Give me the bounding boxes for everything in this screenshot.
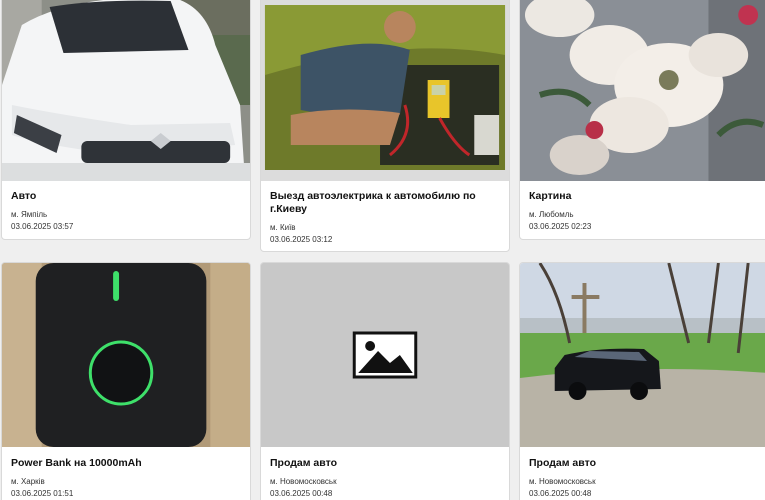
listing-photo-white-car[interactable] <box>2 0 250 181</box>
image-placeholder-icon <box>352 331 418 379</box>
listing-title[interactable]: Картина <box>529 190 760 203</box>
listing-card[interactable]: Power Bank на 10000mAh м. Харків 03.06.2… <box>1 262 251 500</box>
listing-date: 03.06.2025 03:12 <box>270 235 333 244</box>
listing-card[interactable]: Продам авто м. Новомосковськ 03.06.2025 … <box>260 262 510 500</box>
listing-card[interactable]: Авто м. Ямпіль 03.06.2025 03:57 <box>1 0 251 240</box>
listing-photo-auto-electrician[interactable] <box>261 0 509 181</box>
listing-title[interactable]: Power Bank на 10000mAh <box>11 457 242 470</box>
listings-grid: Авто м. Ямпіль 03.06.2025 03:57 Выезд ав… <box>0 0 765 500</box>
listing-location: м. Київ <box>270 223 296 232</box>
listing-title[interactable]: Продам авто <box>529 457 760 470</box>
listing-card[interactable]: Картина м. Любомль 03.06.2025 02:23 <box>519 0 765 240</box>
listing-photo-black-suv[interactable] <box>520 263 765 447</box>
listing-location: м. Ямпіль <box>11 210 48 219</box>
listing-title[interactable]: Продам авто <box>270 457 501 470</box>
listing-photo-power-bank[interactable] <box>2 263 250 447</box>
listing-card[interactable]: Продам авто м. Новомосковськ 03.06.2025 … <box>519 262 765 500</box>
listing-location: м. Харків <box>11 477 45 486</box>
listing-date: 03.06.2025 02:23 <box>529 222 592 231</box>
listing-location: м. Любомль <box>529 210 574 219</box>
listing-date: 03.06.2025 00:48 <box>529 489 592 498</box>
listing-title[interactable]: Выезд автоэлектрика к автомобилю по г.Ки… <box>270 190 501 216</box>
listing-date: 03.06.2025 03:57 <box>11 222 74 231</box>
listing-photo-placeholder[interactable] <box>261 263 509 447</box>
listing-date: 03.06.2025 00:48 <box>270 489 333 498</box>
listing-title[interactable]: Авто <box>11 190 242 203</box>
listing-photo-flower-painting[interactable] <box>520 0 765 181</box>
listing-location: м. Новомосковськ <box>529 477 596 486</box>
listing-card[interactable]: Выезд автоэлектрика к автомобилю по г.Ки… <box>260 0 510 252</box>
listing-location: м. Новомосковськ <box>270 477 337 486</box>
listing-date: 03.06.2025 01:51 <box>11 489 74 498</box>
